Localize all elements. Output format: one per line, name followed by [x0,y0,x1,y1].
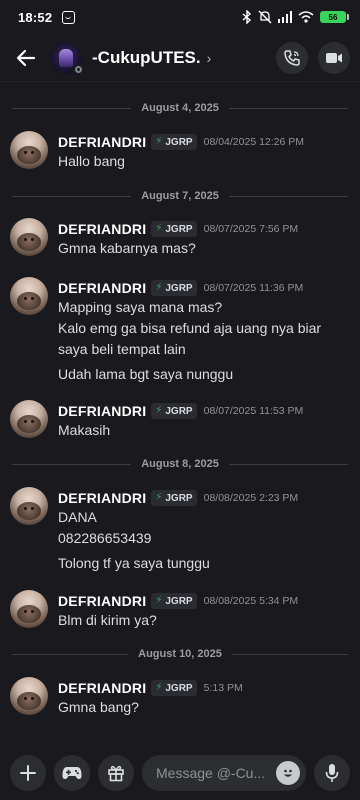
message-header: DEFRIANDRI ⚡ JGRP 08/07/2025 11:36 PM [58,280,303,296]
server-tag[interactable]: ⚡ JGRP [151,403,197,419]
timestamp: 08/07/2025 11:53 PM [203,405,304,417]
bolt-icon: ⚡ [155,492,163,503]
bolt-icon: ⚡ [155,282,163,293]
message-header: DEFRIANDRI ⚡ JGRP 08/08/2025 5:34 PM [58,593,298,609]
message-text: Gmna bang? [58,699,139,715]
voice-call-button[interactable] [276,41,308,74]
chevron-right-icon[interactable]: › [207,50,212,66]
timestamp: 08/08/2025 5:34 PM [203,595,299,607]
timestamp: 08/04/2025 12:26 PM [203,136,305,148]
message-text: Makasih [58,422,111,438]
recipient-avatar[interactable] [50,41,84,76]
server-tag[interactable]: ⚡ JGRP [151,134,197,150]
channel-title[interactable]: -CukupUTES. [92,48,201,68]
gamepad-icon [62,767,82,779]
username[interactable]: DEFRIANDRI [58,221,146,237]
avatar[interactable] [10,487,48,525]
message-input-container[interactable] [142,755,306,791]
bolt-icon: ⚡ [155,405,163,416]
back-arrow-icon [16,49,36,66]
timestamp: 08/08/2025 2:23 PM [203,492,299,504]
username[interactable]: DEFRIANDRI [58,490,146,506]
date-divider: August 7, 2025 [12,189,349,203]
status-bar: 18:52 56 [0,0,360,34]
mute-icon [258,10,272,24]
battery-icon: 56 [320,11,349,23]
plus-icon [20,765,36,781]
timestamp: 5:13 PM [203,682,243,694]
avatar[interactable] [10,677,48,715]
username[interactable]: DEFRIANDRI [58,680,146,696]
wifi-icon [298,11,314,23]
server-tag[interactable]: ⚡ JGRP [151,490,197,506]
message-text: Tolong tf ya saya tunggu [58,555,210,571]
date-divider: August 8, 2025 [12,457,349,471]
avatar[interactable] [10,218,48,256]
message-header: DEFRIANDRI ⚡ JGRP 08/07/2025 11:53 PM [58,403,303,419]
username[interactable]: DEFRIANDRI [58,593,146,609]
message-text: Mapping saya mana mas? [58,299,223,315]
timestamp: 08/07/2025 7:56 PM [203,223,299,235]
username[interactable]: DEFRIANDRI [58,134,146,150]
message-list[interactable]: August 4, 2025 DEFRIANDRI ⚡ JGRP 08/04/20… [0,82,360,746]
status-time: 18:52 [18,9,53,25]
message-text: Hallo bang [58,153,125,169]
bolt-icon: ⚡ [155,595,163,606]
message-header: DEFRIANDRI ⚡ JGRP 08/08/2025 2:23 PM [58,490,298,506]
dm-header: -CukupUTES. › [0,34,360,82]
server-tag[interactable]: ⚡ JGRP [151,680,197,696]
avatar[interactable] [10,131,48,169]
avatar-figure [59,48,73,67]
message-text: Kalo emg ga bisa refund aja uang nya bia… [58,320,322,336]
message-text: DANA [58,509,97,525]
status-indicator [72,63,84,76]
message-text: Gmna kabarnya mas? [58,240,196,256]
timestamp: 08/07/2025 11:36 PM [203,282,304,294]
app-notification-icon [62,10,76,24]
date-divider: August 10, 2025 [12,647,349,661]
back-button[interactable] [10,42,42,74]
message-text: Udah lama bgt saya nunggu [58,366,234,382]
server-tag[interactable]: ⚡ JGRP [151,221,197,237]
emoji-button[interactable] [276,761,300,785]
voice-message-button[interactable] [314,755,350,791]
message-text: 082286653439 [58,530,152,546]
bolt-icon: ⚡ [155,682,163,693]
bluetooth-icon [242,10,252,24]
voice-call-icon [284,49,300,66]
message-text: Blm di kirim ya? [58,612,157,628]
bolt-icon: ⚡ [155,223,163,234]
message-text: saya beli tempat lain [58,341,186,357]
message-composer [0,746,360,800]
date-divider: August 4, 2025 [12,101,349,115]
avatar[interactable] [10,400,48,438]
gift-icon [108,765,124,782]
header-actions [276,41,350,74]
message-header: DEFRIANDRI ⚡ JGRP 08/07/2025 7:56 PM [58,221,298,237]
message-input[interactable] [156,765,276,781]
bolt-icon: ⚡ [155,136,163,147]
microphone-icon [325,764,339,782]
apps-button[interactable] [54,755,90,791]
add-attachment-button[interactable] [10,755,46,791]
video-call-icon [326,52,342,63]
gift-button[interactable] [98,755,134,791]
username[interactable]: DEFRIANDRI [58,280,146,296]
signal-icon [278,11,292,23]
emoji-icon [284,769,292,777]
server-tag[interactable]: ⚡ JGRP [151,280,197,296]
avatar[interactable] [10,277,48,315]
message-header: DEFRIANDRI ⚡ JGRP 5:13 PM [58,680,243,696]
avatar[interactable] [10,590,48,628]
username[interactable]: DEFRIANDRI [58,403,146,419]
server-tag[interactable]: ⚡ JGRP [151,593,197,609]
video-call-button[interactable] [318,41,350,74]
status-icons: 56 [242,10,349,24]
message-header: DEFRIANDRI ⚡ JGRP 08/04/2025 12:26 PM [58,134,304,150]
